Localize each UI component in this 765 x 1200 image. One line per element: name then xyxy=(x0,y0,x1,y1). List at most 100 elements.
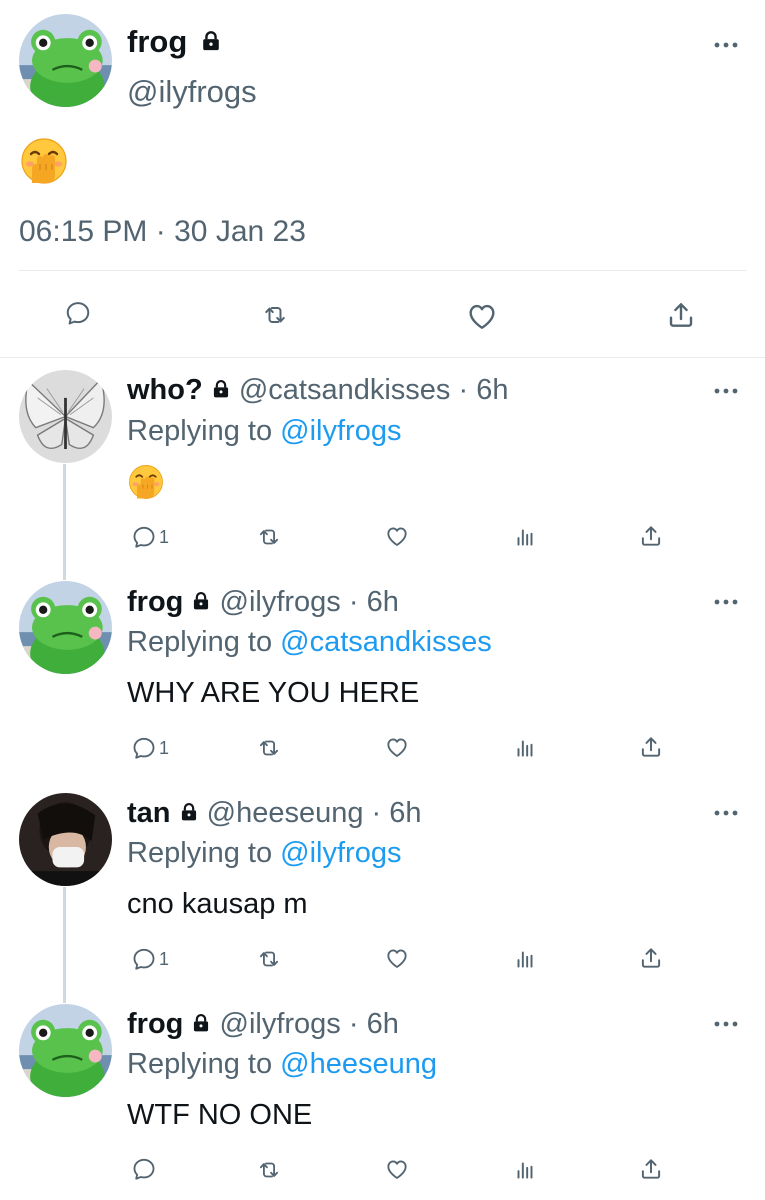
time-ago[interactable]: · 6h xyxy=(349,1008,399,1040)
share-icon xyxy=(638,1156,664,1182)
analytics-button[interactable] xyxy=(512,524,538,550)
handle[interactable]: @ilyfrogs xyxy=(127,72,257,112)
replying-to-link[interactable]: @heeseung xyxy=(280,1048,437,1080)
reply-header: frog @ilyfrogs · 6h xyxy=(127,1005,399,1043)
replying-prefix: Replying to xyxy=(127,415,273,447)
replying-to: Replying to @ilyfrogs xyxy=(127,834,401,872)
reply-text: WTF NO ONE xyxy=(127,1099,313,1131)
share-icon xyxy=(665,299,697,331)
avatar[interactable] xyxy=(19,793,112,886)
replying-to: Replying to @catsandkisses xyxy=(127,623,492,661)
display-name[interactable]: tan xyxy=(127,797,171,829)
retweet-icon xyxy=(256,524,282,550)
lock-icon xyxy=(200,30,222,52)
retweet-icon xyxy=(261,301,289,329)
reply-header: frog @ilyfrogs · 6h xyxy=(127,583,399,621)
analytics-icon xyxy=(512,524,538,550)
share-icon xyxy=(638,945,664,971)
replying-to-link[interactable]: @catsandkisses xyxy=(280,626,492,658)
reply-button[interactable] xyxy=(64,299,92,327)
like-icon xyxy=(384,523,410,549)
like-button[interactable] xyxy=(384,734,410,760)
share-icon xyxy=(638,523,664,549)
display-name[interactable]: who? xyxy=(127,374,203,406)
retweet-button[interactable] xyxy=(256,524,282,550)
replying-to-link[interactable]: @ilyfrogs xyxy=(280,415,401,447)
avatar[interactable] xyxy=(19,14,112,107)
time-ago[interactable]: · 6h xyxy=(372,797,422,829)
analytics-button[interactable] xyxy=(512,1157,538,1183)
reply-text: cno kausap m xyxy=(127,888,308,920)
time-ago[interactable]: · 6h xyxy=(458,374,508,406)
retweet-button[interactable] xyxy=(256,946,282,972)
handle[interactable]: @ilyfrogs xyxy=(220,1008,341,1040)
replying-prefix: Replying to xyxy=(127,1048,273,1080)
avatar[interactable] xyxy=(19,1004,112,1097)
avatar[interactable] xyxy=(19,581,112,674)
time-ago[interactable]: · 6h xyxy=(349,586,399,618)
timestamp[interactable]: 06:15 PM · 30 Jan 23 xyxy=(19,212,306,252)
replying-prefix: Replying to xyxy=(127,837,273,869)
display-name[interactable]: frog xyxy=(127,586,183,618)
replying-to: Replying to @ilyfrogs xyxy=(127,412,401,450)
reply-count: 1 xyxy=(159,948,170,969)
reply-icon xyxy=(131,524,157,550)
reply-header: tan @heeseung · 6h xyxy=(127,794,422,832)
more-icon[interactable] xyxy=(711,594,741,610)
more-icon[interactable] xyxy=(711,805,741,821)
like-button[interactable] xyxy=(384,945,410,971)
replying-to: Replying to @heeseung xyxy=(127,1045,437,1083)
reply-button[interactable]: 1 xyxy=(131,946,169,972)
retweet-button[interactable] xyxy=(256,735,282,761)
retweet-icon xyxy=(256,946,282,972)
handle[interactable]: @ilyfrogs xyxy=(220,586,341,618)
more-icon[interactable] xyxy=(711,37,741,53)
more-icon[interactable] xyxy=(711,383,741,399)
like-button[interactable] xyxy=(384,1156,410,1182)
like-icon xyxy=(384,1156,410,1182)
retweet-icon xyxy=(256,735,282,761)
thread-line xyxy=(63,464,66,580)
more-icon[interactable] xyxy=(711,1016,741,1032)
handle[interactable]: @heeseung xyxy=(207,797,364,829)
lock-icon xyxy=(191,1013,211,1033)
main-author: frog xyxy=(127,22,222,62)
avatar[interactable] xyxy=(19,370,112,463)
hand-over-mouth-emoji xyxy=(128,464,164,500)
date: 30 Jan 23 xyxy=(174,215,306,248)
retweet-button[interactable] xyxy=(261,301,289,329)
divider xyxy=(19,270,746,271)
reply-icon xyxy=(131,946,157,972)
reply-header: who? @catsandkisses · 6h xyxy=(127,371,508,409)
share-button[interactable] xyxy=(638,1156,664,1182)
share-button[interactable] xyxy=(638,523,664,549)
display-name[interactable]: frog xyxy=(127,1008,183,1040)
handle[interactable]: @catsandkisses xyxy=(239,374,451,406)
like-icon xyxy=(384,945,410,971)
replying-to-link[interactable]: @ilyfrogs xyxy=(280,837,401,869)
share-button[interactable] xyxy=(638,734,664,760)
reply-text: WHY ARE YOU HERE xyxy=(127,677,420,709)
section-divider xyxy=(0,357,765,358)
analytics-button[interactable] xyxy=(512,735,538,761)
thread-line xyxy=(63,887,66,1003)
share-button[interactable] xyxy=(665,299,697,331)
reply-button[interactable]: 1 xyxy=(131,524,169,550)
share-button[interactable] xyxy=(638,945,664,971)
analytics-icon xyxy=(512,735,538,761)
replying-prefix: Replying to xyxy=(127,626,273,658)
analytics-button[interactable] xyxy=(512,946,538,972)
lock-icon xyxy=(211,379,231,399)
lock-icon xyxy=(179,802,199,822)
time: 06:15 PM xyxy=(19,215,148,248)
like-button[interactable] xyxy=(465,299,499,333)
reply-icon xyxy=(131,1156,157,1182)
like-icon xyxy=(384,734,410,760)
display-name[interactable]: frog xyxy=(127,24,187,59)
like-button[interactable] xyxy=(384,523,410,549)
retweet-button[interactable] xyxy=(256,1157,282,1183)
reply-count: 1 xyxy=(159,526,170,547)
separator: · xyxy=(155,215,166,248)
reply-button[interactable]: 1 xyxy=(131,735,169,761)
reply-button[interactable] xyxy=(131,1156,159,1182)
